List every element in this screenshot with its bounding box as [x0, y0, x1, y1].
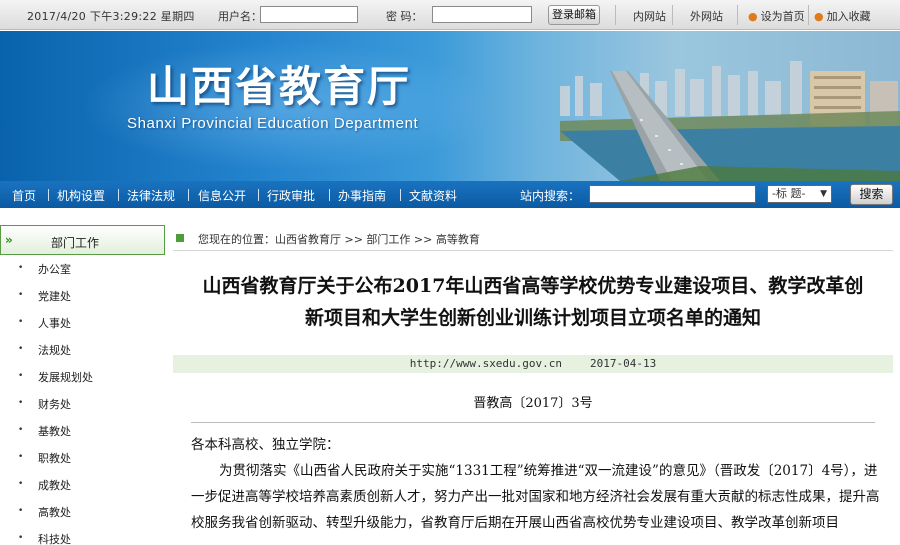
nav-item-laws[interactable]: 法律法规 — [127, 187, 175, 204]
username-label: 用户名： — [218, 10, 262, 23]
set-home-label: 设为首页 — [760, 10, 805, 23]
divider — [329, 189, 330, 201]
search-field-select[interactable]: -标 题- ▼ — [767, 185, 832, 203]
add-favorite-label: 加入收藏 — [826, 10, 871, 23]
select-value: -标 题- — [772, 187, 806, 200]
sidebar-header-label: 部门工作 — [51, 236, 100, 250]
divider — [191, 422, 875, 423]
password-label: 密 码： — [386, 10, 423, 23]
bullet-icon: • — [18, 452, 24, 462]
sidebar-item[interactable]: • 发展规划处 — [0, 363, 165, 390]
username-input[interactable] — [260, 6, 358, 23]
sidebar-item[interactable]: • 成教处 — [0, 471, 165, 498]
divider — [48, 189, 49, 201]
main-nav: 首页 机构设置 法律法规 信息公开 行政审批 办事指南 文献资料 站内搜索： -… — [0, 181, 900, 208]
search-input[interactable] — [589, 185, 756, 203]
bullet-icon: • — [18, 506, 24, 516]
divider — [188, 189, 189, 201]
divider — [118, 189, 119, 201]
sidebar-item-label: 科技处 — [38, 533, 71, 545]
top-bar: 2017/4/20 下午3:29:22 星期四 用户名： 密 码： 登录邮箱 内… — [0, 0, 900, 30]
publish-date: 2017-04-13 — [590, 357, 657, 370]
search-label: 站内搜索： — [520, 189, 581, 203]
article-meta: http://www.sxedu.gov.cn 2017-04-13 — [173, 355, 893, 373]
breadcrumb: 您现在的位置：山西省教育厅 >> 部门工作 >> 高等教育 — [173, 225, 893, 251]
divider — [808, 5, 809, 25]
sidebar-header: » 部门工作 — [0, 225, 165, 255]
nav-item-approval[interactable]: 行政审批 — [267, 187, 315, 204]
bullet-icon: • — [18, 398, 24, 408]
sidebar-item-label: 党建处 — [38, 290, 71, 303]
bullet-icon: • — [18, 263, 24, 273]
add-favorite-link[interactable]: ● 加入收藏 — [814, 8, 871, 24]
sidebar: » 部门工作 • 办公室 • 党建处 • 人事处 • 法规处 • 发展规划处 • 财务处 •… — [0, 222, 165, 545]
square-icon — [176, 234, 184, 242]
set-home-link[interactable]: ● 设为首页 — [748, 8, 805, 24]
bullet-icon: • — [18, 425, 24, 435]
nav-item-disclosure[interactable]: 信息公开 — [198, 187, 246, 204]
article-body: 各本科高校、独立学院： 为贯彻落实《山西省人民政府关于实施“1331工程”统筹推… — [191, 432, 881, 536]
paragraph: 为贯彻落实《山西省人民政府关于实施“1331工程”统筹推进“双一流建设”的意见》… — [191, 463, 880, 531]
header-banner: 山西省教育厅 Shanxi Provincial Education Depar… — [0, 31, 900, 181]
sidebar-item-label: 高教处 — [38, 506, 71, 519]
salutation: 各本科高校、独立学院： — [191, 437, 340, 453]
bullet-icon: • — [18, 533, 24, 543]
double-chevron-right-icon: » — [5, 233, 13, 247]
sidebar-item[interactable]: • 办公室 — [0, 255, 165, 282]
nav-item-organization[interactable]: 机构设置 — [57, 187, 105, 204]
sidebar-item-label: 法规处 — [38, 344, 71, 357]
article-title-line: 山西省教育厅关于公布2017年山西省高等学校优势专业建设项目、教学改革创 — [202, 275, 864, 297]
nav-item-guide[interactable]: 办事指南 — [338, 187, 386, 204]
bullet-icon: ● — [748, 10, 758, 23]
chevron-down-icon: ▼ — [820, 189, 827, 199]
divider — [672, 5, 673, 25]
city-skyline-image — [560, 61, 900, 181]
bullet-icon: • — [18, 344, 24, 354]
article-title: 山西省教育厅关于公布2017年山西省高等学校优势专业建设项目、教学改革创 新项目… — [173, 270, 893, 334]
extranet-link[interactable]: 外网站 — [690, 8, 723, 24]
datetime-display: 2017/4/20 下午3:29:22 星期四 — [27, 10, 195, 23]
sidebar-item[interactable]: • 职教处 — [0, 444, 165, 471]
search-button[interactable]: 搜索 — [850, 184, 893, 205]
sidebar-item[interactable]: • 党建处 — [0, 282, 165, 309]
intranet-link[interactable]: 内网站 — [633, 8, 666, 24]
bullet-icon: • — [18, 317, 24, 327]
sidebar-item-label: 基教处 — [38, 425, 71, 438]
nav-item-documents[interactable]: 文献资料 — [409, 187, 457, 204]
sidebar-item-label: 职教处 — [38, 452, 71, 465]
password-input[interactable] — [432, 6, 532, 23]
sidebar-item-label: 办公室 — [38, 263, 71, 276]
bullet-icon: • — [18, 371, 24, 381]
sidebar-list: • 办公室 • 党建处 • 人事处 • 法规处 • 发展规划处 • 财务处 • 基教处 • 职教… — [0, 255, 165, 545]
nav-item-home[interactable]: 首页 — [12, 187, 36, 204]
sidebar-item-label: 人事处 — [38, 317, 71, 330]
site-title: 山西省教育厅 — [147, 62, 412, 111]
sidebar-item[interactable]: • 基教处 — [0, 417, 165, 444]
main-content: 您现在的位置：山西省教育厅 >> 部门工作 >> 高等教育 山西省教育厅关于公布… — [173, 222, 893, 545]
sidebar-item[interactable]: • 科技处 — [0, 525, 165, 545]
sidebar-item[interactable]: • 人事处 — [0, 309, 165, 336]
divider — [737, 5, 738, 25]
site-title-english: Shanxi Provincial Education Department — [127, 115, 419, 132]
source-url: http://www.sxedu.gov.cn — [409, 357, 563, 370]
article-title-line: 新项目和大学生创新创业训练计划项目立项名单的通知 — [304, 307, 761, 329]
divider — [258, 189, 259, 201]
sidebar-item-label: 成教处 — [38, 479, 71, 492]
sidebar-item[interactable]: • 高教处 — [0, 498, 165, 525]
mail-login-button[interactable]: 登录邮箱 — [548, 5, 600, 25]
breadcrumb-text[interactable]: 您现在的位置：山西省教育厅 >> 部门工作 >> 高等教育 — [198, 231, 480, 247]
document-number: 晋教高〔2017〕3号 — [473, 396, 593, 411]
bullet-icon: ● — [814, 10, 824, 23]
sidebar-item[interactable]: • 法规处 — [0, 336, 165, 363]
sidebar-item[interactable]: • 财务处 — [0, 390, 165, 417]
bullet-icon: • — [18, 290, 24, 300]
divider — [615, 5, 616, 25]
sidebar-item-label: 财务处 — [38, 398, 71, 411]
sidebar-item-label: 发展规划处 — [38, 371, 93, 384]
divider — [400, 189, 401, 201]
bullet-icon: • — [18, 479, 24, 489]
